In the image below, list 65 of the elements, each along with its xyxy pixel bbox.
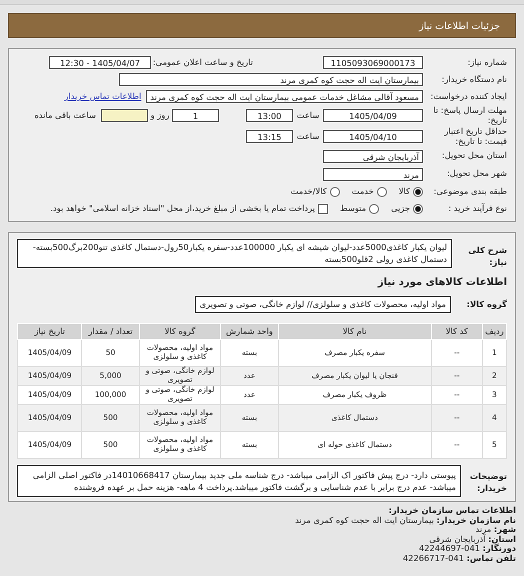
field-label: شماره نیاز:	[466, 58, 507, 68]
option-label: جزیی	[391, 204, 410, 214]
text-field[interactable]: 1	[172, 109, 219, 122]
checkbox[interactable]	[318, 204, 328, 214]
column-header: تعداد / مقدار	[82, 324, 140, 340]
field-label: تلفن تماس:	[466, 552, 516, 563]
field-label: گروه کالا:	[466, 300, 507, 310]
radio-button[interactable]	[330, 186, 340, 196]
field-label: توضیحات خریدار:	[468, 470, 507, 495]
section-title: اطلاعات تماس سازمان خریدار:	[388, 506, 517, 516]
contact-link[interactable]: اطلاعات تماس خریدار	[64, 92, 142, 102]
text-field[interactable]: مسعود آقالی مشاغل خدمات عمومی بیمارستان ایت اله حجت کوه کمری مرند	[146, 90, 423, 103]
description-box: لیوان یکبار کاغذی5000عدد-لیوان شیشه ای یکبار 100000عدد-سفره یکبار50رول-دستمال کاغذی تنو200برگ500بسته-دستمال کاغذی رولی 2قلو500بسته	[17, 239, 452, 268]
text-field[interactable]: بیمارستان ایت اله حجت کوه کمری مرند	[119, 73, 423, 86]
radio-button[interactable]	[376, 186, 387, 196]
field-label: استان محل تحویل:	[440, 151, 507, 161]
text-field[interactable]: 12:30 - 1405/04/07	[49, 56, 151, 69]
text-field[interactable]: آذربایجان شرقی	[323, 150, 423, 162]
field-label: حداقل تاریخ اعتبار قیمت: تا تاریخ:	[443, 127, 507, 146]
field-label: نام سازمان خریدار:	[436, 514, 516, 525]
field-value: مرند	[476, 524, 492, 534]
text-field[interactable]: مواد اولیه، محصولات کاغذی و سلولزی// لوازم خانگی، صوتی و تصویری	[194, 296, 451, 313]
field-label: نوع فرآیند خرید :	[447, 204, 507, 214]
field-label: شهر:	[494, 524, 516, 534]
field-label: ساعت باقی مانده	[34, 110, 96, 120]
text-field[interactable]: 1105093069000173	[323, 56, 423, 69]
text-field[interactable]: مرند	[323, 168, 423, 180]
column-header: کد کالا	[431, 324, 482, 340]
radio-button[interactable]	[413, 186, 423, 196]
field-value: آذربایجان شرقی	[429, 534, 486, 544]
field-label: طبقه بندی موضوعی:	[432, 186, 507, 196]
panel-header: جزئیات اطلاعات نیاز	[8, 13, 516, 38]
field-label: ساعت	[296, 110, 320, 120]
radio-button[interactable]	[369, 204, 380, 214]
option-label: کالا	[398, 186, 410, 196]
field-label: ساعت	[296, 132, 320, 142]
field-label: دورنگار:	[482, 543, 516, 554]
field-label: ایجاد کننده درخواست:	[430, 92, 507, 102]
option-label: پرداخت تمام یا بخشی از مبلغ خرید،از محل "اسناد خزانه اسلامی" خواهد بود.	[50, 204, 315, 214]
text-field[interactable]	[101, 109, 148, 122]
text-field[interactable]: 13:00	[246, 109, 293, 122]
field-label: نام دستگاه خریدار:	[440, 74, 507, 84]
column-header: ردیف	[482, 324, 506, 340]
option-label: کالا/خدمت	[290, 186, 327, 196]
option-label: خدمت	[352, 186, 374, 196]
text-field[interactable]: 13:15	[246, 130, 293, 143]
field-label: شهر محل تحویل:	[446, 169, 507, 179]
text-field[interactable]: 1405/04/09	[323, 109, 423, 122]
option-label: متوسط	[340, 204, 366, 214]
section-title: اطلاعات کالاهای مورد نیاز	[376, 277, 507, 288]
column-header: واحد شمارش	[220, 324, 278, 340]
text-field[interactable]: 1405/04/10	[323, 130, 423, 143]
notes-box: پیوستی دارد- درج پیش فاکتور اک الزامی میباشد- درج شناسه ملی جدید بیمارستان 14010668417در فاکتور اصلی الزامی میباشد- عدم درج برابر با عدم شناسایی و برگشت فاکتور میباشد.پرداخت 4 ماهه- هزینه حمل بر عهده فروشنده	[17, 465, 461, 497]
field-label: روز و	[149, 110, 170, 120]
field-label: تاریخ و ساعت اعلان عمومی:	[152, 58, 253, 68]
field-label: مهلت ارسال پاسخ: تا تاریخ:	[432, 106, 507, 125]
field-value: بیمارستان ایت اله حجت کوه کمری مرند	[295, 514, 434, 525]
field-label: شرح کلی نیاز:	[467, 244, 507, 268]
field-value: 42266717-041	[402, 552, 464, 563]
field-label: استان:	[488, 534, 516, 544]
column-header: نام کالا	[278, 324, 432, 340]
column-header: گروه کالا	[139, 324, 221, 340]
radio-button[interactable]	[413, 204, 423, 214]
field-value: 42244697-041	[418, 543, 480, 554]
column-header: تاریخ نیاز	[18, 324, 82, 340]
